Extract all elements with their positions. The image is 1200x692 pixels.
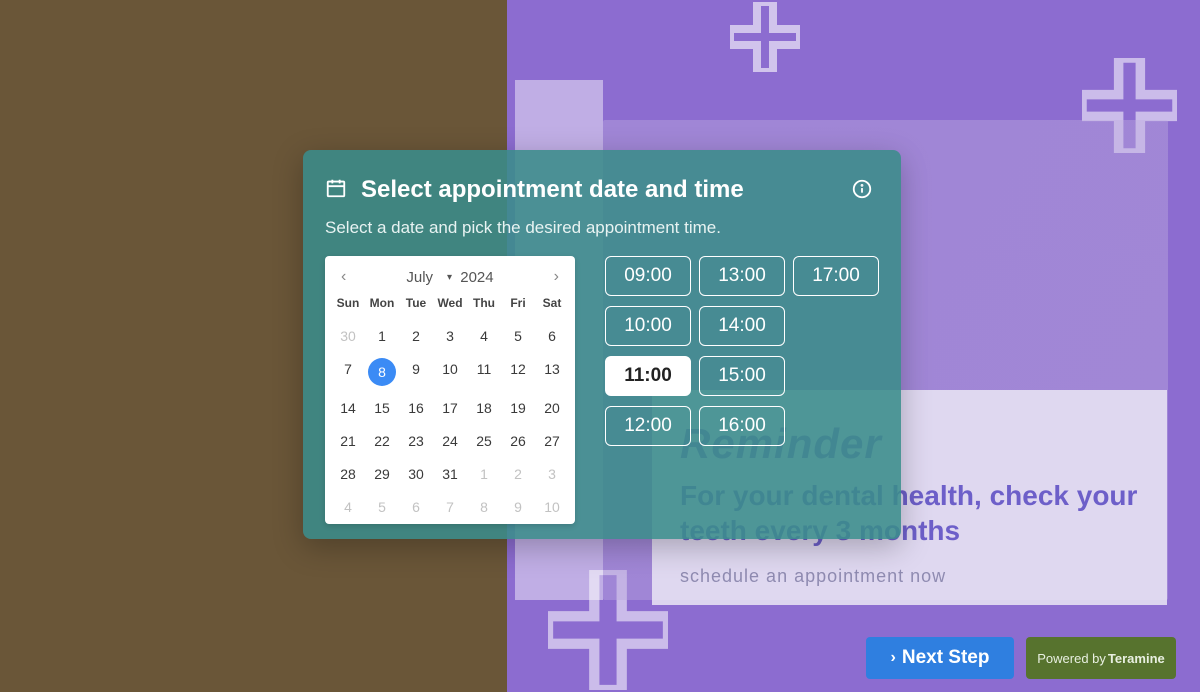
calendar-day[interactable]: 13	[538, 358, 566, 380]
modal-title: Select appointment date and time	[361, 176, 744, 204]
dow-label: Tue	[399, 292, 433, 314]
calendar-day[interactable]: 8	[368, 358, 396, 386]
time-slot[interactable]: 16:00	[699, 406, 785, 446]
time-slot[interactable]: 13:00	[699, 256, 785, 296]
next-month-button[interactable]: ›	[548, 266, 565, 288]
calendar-day[interactable]: 4	[334, 496, 362, 518]
next-step-label: Next Step	[902, 647, 990, 669]
time-slot[interactable]: 15:00	[699, 356, 785, 396]
calendar-icon	[325, 177, 347, 204]
next-step-button[interactable]: › Next Step	[866, 637, 1014, 679]
calendar-day[interactable]: 7	[436, 496, 464, 518]
powered-prefix: Powered by	[1037, 651, 1106, 666]
modal-header: Select appointment date and time	[325, 176, 879, 204]
calendar-day[interactable]: 7	[334, 358, 362, 380]
calendar-day[interactable]: 9	[402, 358, 430, 380]
calendar-day[interactable]: 22	[368, 430, 396, 452]
calendar-day[interactable]: 12	[504, 358, 532, 380]
appointment-modal: Select appointment date and time Select …	[303, 150, 901, 539]
dow-label: Sat	[535, 292, 569, 314]
calendar-day[interactable]: 24	[436, 430, 464, 452]
calendar-day[interactable]: 23	[402, 430, 430, 452]
reminder-cta: schedule an appointment now	[680, 566, 1139, 587]
calendar-day[interactable]: 21	[334, 430, 362, 452]
calendar-day[interactable]: 10	[436, 358, 464, 380]
calendar-day[interactable]: 11	[470, 358, 498, 380]
powered-brand: Teramine	[1108, 651, 1165, 666]
calendar-day[interactable]: 16	[402, 397, 430, 419]
year-label: 2024	[460, 269, 493, 286]
year-select[interactable]: ▾ 2024	[447, 269, 494, 286]
calendar-day[interactable]: 10	[538, 496, 566, 518]
calendar-day[interactable]: 17	[436, 397, 464, 419]
time-slot[interactable]: 17:00	[793, 256, 879, 296]
calendar-day[interactable]: 3	[436, 325, 464, 347]
calendar-day[interactable]: 25	[470, 430, 498, 452]
time-slot-grid: 09:00 10:00 11:00 12:00 13:00 14:00 15:00 16:00…	[605, 256, 879, 524]
plus-icon	[730, 2, 800, 72]
prev-month-button[interactable]: ‹	[335, 266, 352, 288]
date-picker: ‹ July ▾ 2024 › SunMonTueWedThuFriSat301…	[325, 256, 575, 524]
calendar-day[interactable]: 27	[538, 430, 566, 452]
calendar-day[interactable]: 31	[436, 463, 464, 485]
time-slot[interactable]: 11:00	[605, 356, 691, 396]
calendar-day[interactable]: 2	[504, 463, 532, 485]
calendar-day[interactable]: 15	[368, 397, 396, 419]
calendar-day[interactable]: 2	[402, 325, 430, 347]
dow-label: Mon	[365, 292, 399, 314]
month-label: July	[406, 269, 433, 286]
calendar-day[interactable]: 1	[368, 325, 396, 347]
chevron-down-icon: ▾	[447, 272, 452, 283]
calendar-day[interactable]: 18	[470, 397, 498, 419]
calendar-day[interactable]: 19	[504, 397, 532, 419]
calendar-day[interactable]: 30	[402, 463, 430, 485]
info-icon[interactable]	[851, 178, 873, 205]
calendar-day[interactable]: 5	[504, 325, 532, 347]
calendar-day[interactable]: 20	[538, 397, 566, 419]
time-slot[interactable]: 12:00	[605, 406, 691, 446]
dow-label: Sun	[331, 292, 365, 314]
calendar-day[interactable]: 28	[334, 463, 362, 485]
calendar-day[interactable]: 5	[368, 496, 396, 518]
calendar-day[interactable]: 4	[470, 325, 498, 347]
calendar-day[interactable]: 3	[538, 463, 566, 485]
calendar-day[interactable]: 9	[504, 496, 532, 518]
calendar-day[interactable]: 6	[402, 496, 430, 518]
month-select[interactable]: July	[406, 269, 433, 286]
dow-label: Wed	[433, 292, 467, 314]
chevron-right-icon: ›	[891, 649, 896, 667]
calendar-day[interactable]: 30	[334, 325, 362, 347]
powered-by-link[interactable]: Powered byTeramine	[1026, 637, 1176, 679]
dow-label: Fri	[501, 292, 535, 314]
calendar-day[interactable]: 29	[368, 463, 396, 485]
calendar-day[interactable]: 14	[334, 397, 362, 419]
calendar-day[interactable]: 6	[538, 325, 566, 347]
modal-subtitle: Select a date and pick the desired appoi…	[325, 218, 879, 238]
calendar-day[interactable]: 26	[504, 430, 532, 452]
calendar-day[interactable]: 1	[470, 463, 498, 485]
time-slot[interactable]: 10:00	[605, 306, 691, 346]
time-slot[interactable]: 09:00	[605, 256, 691, 296]
time-slot[interactable]: 14:00	[699, 306, 785, 346]
dow-label: Thu	[467, 292, 501, 314]
calendar-day[interactable]: 8	[470, 496, 498, 518]
